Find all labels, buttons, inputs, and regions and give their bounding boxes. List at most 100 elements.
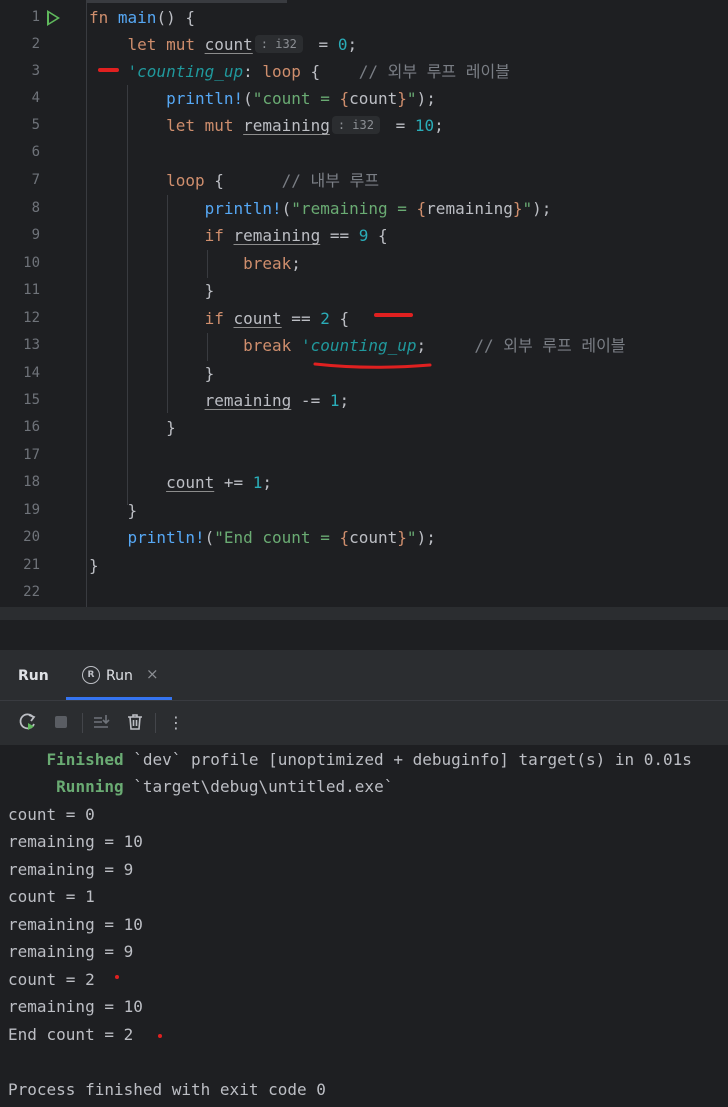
- code-text: () {: [156, 8, 195, 27]
- comment: // 외부 루프 레이블: [358, 62, 510, 81]
- rust-icon: R: [82, 666, 100, 684]
- code-text: }: [166, 418, 176, 437]
- code-line: 6: [0, 139, 728, 166]
- running-status: Running: [56, 777, 124, 796]
- more-icon[interactable]: ⋮: [165, 712, 187, 734]
- format-arg: count: [349, 528, 398, 547]
- loop-label: 'counting_up: [127, 62, 244, 81]
- line-number: 9: [31, 227, 40, 243]
- code-line: 16 }: [0, 414, 728, 441]
- code-text: =: [308, 35, 338, 54]
- code-text: {: [329, 309, 350, 328]
- annotation-dot: [115, 975, 119, 979]
- code-editor[interactable]: 1 fn main() { 2 let mut count: i32 = 0; …: [0, 0, 728, 620]
- console-line: remaining = 10: [8, 997, 143, 1016]
- editor-horizontal-scrollbar[interactable]: [0, 607, 728, 620]
- code-line: 21 }: [0, 552, 728, 579]
- line-number: 14: [23, 365, 40, 381]
- variable: count: [204, 35, 253, 54]
- code-line: 9 if remaining == 9 {: [0, 222, 728, 249]
- keyword: if: [204, 309, 224, 328]
- tab-run[interactable]: R Run ×: [66, 650, 172, 700]
- code-text: ==: [320, 226, 359, 245]
- line-number: 5: [31, 117, 40, 133]
- code-line: 11 }: [0, 277, 728, 304]
- code-text: ;: [416, 336, 475, 355]
- console-line: End count = 2: [8, 1025, 134, 1044]
- macro: println!: [204, 199, 282, 218]
- console-line: remaining = 9: [8, 942, 134, 961]
- string: ": [522, 199, 533, 218]
- code-line: 1 fn main() {: [0, 4, 728, 31]
- run-panel-title: Run: [18, 668, 49, 684]
- line-number: 1: [31, 9, 40, 25]
- code-line: 13 break 'counting_up; // 외부 루프 레이블: [0, 332, 728, 359]
- code-text: (: [281, 199, 292, 218]
- code-line: 15 remaining -= 1;: [0, 387, 728, 414]
- format-brace: {: [339, 528, 350, 547]
- code-text: {: [300, 62, 359, 81]
- variable: remaining: [204, 391, 292, 410]
- code-line: 20 println!("End count = {count}");: [0, 524, 728, 551]
- editor-top-divider: [87, 0, 287, 3]
- type-hint: : i32: [331, 116, 380, 134]
- code-line: 22: [0, 579, 728, 606]
- loop-label: 'counting_up: [300, 336, 417, 355]
- run-gutter-icon[interactable]: [47, 10, 60, 26]
- line-number: 21: [23, 557, 40, 573]
- keyword: let mut: [127, 35, 195, 54]
- line-number: 15: [23, 392, 40, 408]
- format-brace: }: [397, 89, 407, 108]
- variable: remaining: [243, 116, 330, 135]
- code-text: =: [385, 116, 415, 135]
- format-brace: {: [416, 199, 427, 218]
- code-text: ;: [291, 254, 301, 273]
- keyword: let mut: [166, 116, 234, 135]
- toolbar-divider: [155, 713, 156, 733]
- format-brace: {: [339, 89, 350, 108]
- code-line: 10 break;: [0, 250, 728, 277]
- keyword: loop: [262, 62, 301, 81]
- code-line: 7 loop { // 내부 루프: [0, 167, 728, 194]
- finished-status: Finished: [46, 750, 124, 769]
- code-text: {: [368, 226, 388, 245]
- line-number: 18: [23, 474, 40, 490]
- code-text: -=: [291, 391, 330, 410]
- stop-icon[interactable]: [50, 712, 72, 734]
- console-text: `dev` profile [unoptimized + debuginfo] …: [123, 750, 692, 769]
- variable: count: [233, 309, 282, 328]
- format-brace: }: [512, 199, 523, 218]
- scroll-to-end-icon[interactable]: [90, 712, 112, 734]
- line-number: 12: [23, 310, 40, 326]
- line-number: 4: [31, 90, 40, 106]
- line-number: 17: [23, 447, 40, 463]
- panel-separator: [0, 620, 728, 650]
- line-number: 16: [23, 419, 40, 435]
- code-line: 17: [0, 442, 728, 469]
- number: 0: [337, 35, 348, 54]
- console-output[interactable]: Finished `dev` profile [unoptimized + de…: [0, 745, 728, 1107]
- toolbar-divider: [82, 713, 83, 733]
- string: "End count =: [214, 528, 340, 547]
- rerun-icon[interactable]: [17, 712, 39, 734]
- run-toolbar: ⋮: [0, 700, 728, 745]
- code-text: );: [532, 199, 552, 218]
- code-text: }: [204, 364, 215, 383]
- code-line: 8 println!("remaining = {remaining}");: [0, 195, 728, 222]
- code-line: 5 let mut remaining: i32 = 10;: [0, 112, 728, 139]
- code-text: );: [416, 528, 436, 547]
- line-number: 22: [23, 584, 40, 600]
- code-text: }: [89, 556, 99, 575]
- keyword: break: [243, 254, 292, 273]
- clear-icon[interactable]: [124, 712, 146, 734]
- line-number: 8: [31, 200, 40, 216]
- variable: remaining: [233, 226, 321, 245]
- line-number: 2: [31, 36, 40, 52]
- macro: println!: [166, 89, 244, 108]
- format-brace: }: [397, 528, 407, 547]
- console-line: Finished `dev` profile [unoptimized + de…: [8, 746, 692, 773]
- code-line: 18 count += 1;: [0, 469, 728, 496]
- close-icon[interactable]: ×: [146, 665, 159, 683]
- annotation-mark: [374, 313, 413, 317]
- comment: // 내부 루프: [281, 171, 380, 190]
